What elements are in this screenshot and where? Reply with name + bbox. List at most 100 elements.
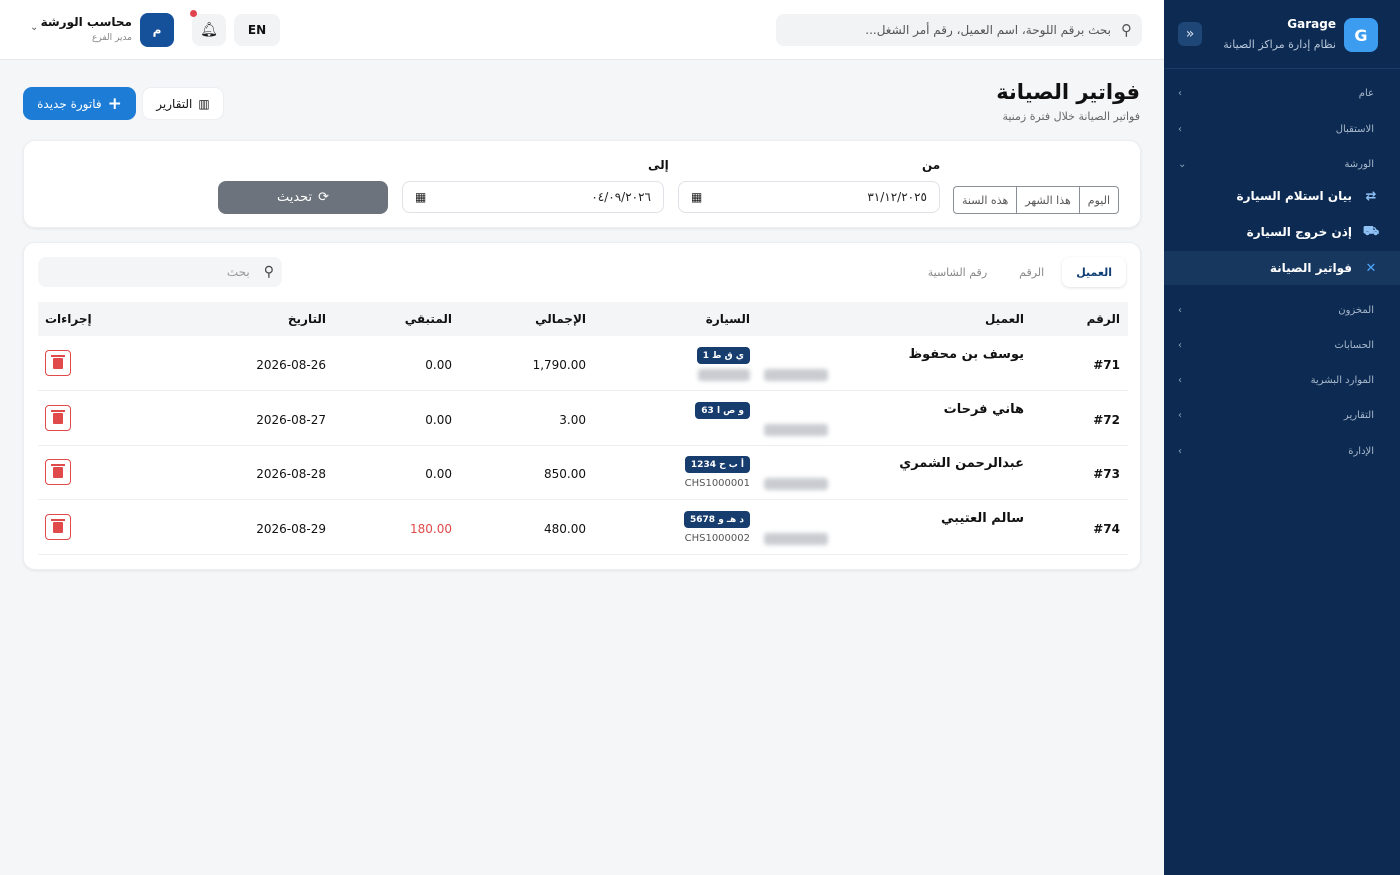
tab-client[interactable]: العميل [1062,257,1126,287]
brand: G Garage نظام إدارة مراكز الصيانة [1176,16,1386,58]
quick-range-selector: اليوم هذا الشهر هذه السنة [953,186,1120,214]
table-row[interactable]: #73 عبدالرحمن الشمري أ ب ح 1234 CHS10000… [38,446,1128,500]
client-name: عبدالرحمن الشمري [899,456,1024,471]
trash-icon [51,518,65,533]
sidebar-section-general[interactable]: ‹ عام [1178,83,1374,103]
sidebar-section-label: الحسابات [1334,339,1375,351]
sidebar-item-maintenance-invoices[interactable]: فواتير الصيانة ✕ [1164,251,1400,285]
redacted-phone [764,369,828,381]
collapse-sidebar-button[interactable]: » [1178,22,1202,46]
sidebar-section-label: الاستقبال [1335,123,1374,135]
page-title: فواتير الصيانة [996,80,1140,104]
invoice-remaining: 0.00 [425,467,452,481]
calendar-icon: ▦ [691,190,703,204]
double-chevron-icon: » [1185,26,1195,42]
delete-button[interactable] [45,459,71,485]
chevron-left-icon: ‹ [1178,339,1182,351]
notifications-button[interactable]: 🔔︎ [190,10,226,46]
sidebar-section-workshop[interactable]: ⌄ الورشة [1178,154,1374,174]
refresh-label: تحديث [276,190,313,205]
delete-button[interactable] [45,514,71,540]
invoice-date: 2026-08-28 [256,467,326,481]
bell-icon: 🔔︎ [200,22,218,38]
refresh-icon: ⟳ [318,190,330,205]
to-date-input[interactable]: ▦ ٠٤/٠٩/٢٠٢٦ [402,181,664,213]
new-invoice-button[interactable]: فاتورة جديدة + [23,87,136,120]
car-icon: ⛟ [1362,223,1380,239]
language-toggle-button[interactable]: EN [234,14,280,46]
chevron-down-icon: ⌄ [30,22,39,33]
redacted-chassis [698,369,750,381]
chevron-left-icon: ‹ [1178,87,1182,99]
delete-button[interactable] [45,405,71,431]
invoice-total: 1,790.00 [532,358,586,372]
plate-badge: ي ق ط 1 [696,347,750,364]
date-filter-card: من إلى اليوم هذا الشهر هذه السنة ▦ ٣١/١٢… [23,140,1141,228]
sidebar-section-label: الموارد البشرية [1310,374,1374,386]
table-row[interactable]: #74 سالم العتيبي د هـ و 5678 CHS1000002 … [38,501,1128,555]
sidebar: G Garage نظام إدارة مراكز الصيانة » ‹ عا… [1164,0,1400,875]
client-name: يوسف بن محفوظ [908,347,1024,362]
column-header-remaining: المتبقي [404,312,452,326]
to-label: إلى [648,158,669,172]
table-row[interactable]: #71 يوسف بن محفوظ ي ق ط 1 1,790.00 0.00 … [38,337,1128,391]
sidebar-section-reports[interactable]: ‹ التقارير [1178,405,1374,425]
invoice-date: 2026-08-29 [256,522,326,536]
invoice-number: #73 [1093,467,1120,481]
brand-subtitle: نظام إدارة مراكز الصيانة [1223,38,1336,51]
column-header-date: التاريخ [287,312,326,326]
column-header-actions: إجراءات [45,312,92,326]
sidebar-section-accounts[interactable]: ‹ الحسابات [1178,335,1374,355]
range-month-button[interactable]: هذا الشهر [1016,187,1079,213]
sidebar-item-car-receipt[interactable]: بيان استلام السيارة ⇄ [1164,179,1400,213]
chart-icon: ▥ [198,96,210,111]
range-year-button[interactable]: هذه السنة [954,187,1016,213]
sidebar-section-label: عام [1358,87,1374,99]
from-date-input[interactable]: ▦ ٣١/١٢/٢٠٢٥ [678,181,940,213]
tab-chassis[interactable]: رقم الشاسية [914,257,1001,287]
to-date-value: ٠٤/٠٩/٢٠٢٦ [591,190,651,204]
invoices-table-card: العميل الرقم رقم الشاسية بحث ⚲ الرقم الع… [23,242,1141,570]
chevron-left-icon: ‹ [1178,123,1182,135]
invoice-number: #71 [1093,358,1120,372]
column-header-car: السيارة [705,312,750,326]
sidebar-section-label: الورشة [1344,158,1374,170]
search-placeholder: بحث برقم اللوحة، اسم العميل، رقم أمر الش… [865,23,1111,37]
invoice-remaining: 180.00 [410,522,452,536]
table-search-input[interactable]: بحث ⚲ [38,257,282,287]
plate-badge: د هـ و 5678 [684,511,750,528]
top-bar: بحث برقم اللوحة، اسم العميل، رقم أمر الش… [0,0,1164,60]
plus-icon: + [107,93,122,114]
brand-logo: G [1344,18,1378,52]
global-search-input[interactable]: بحث برقم اللوحة، اسم العميل، رقم أمر الش… [776,14,1142,46]
calendar-icon: ▦ [415,190,427,204]
tab-number[interactable]: الرقم [1005,257,1058,287]
user-name: محاسب الورشة [40,15,132,29]
sidebar-section-label: الإدارة [1348,445,1374,457]
refresh-button[interactable]: تحديث ⟳ [218,181,388,214]
sidebar-section-admin[interactable]: ‹ الإدارة [1178,441,1374,461]
chassis-number: CHS1000001 [684,478,750,489]
exchange-icon: ⇄ [1365,188,1377,204]
sidebar-section-reception[interactable]: ‹ الاستقبال [1178,119,1374,139]
sidebar-item-label: بيان استلام السيارة [1236,189,1352,203]
sidebar-item-car-exit[interactable]: إذن خروج السيارة ⛟ [1164,215,1400,249]
sidebar-section-inventory[interactable]: ‹ المخزون [1178,300,1374,320]
reports-label: التقارير [156,96,193,111]
sidebar-section-hr[interactable]: ‹ الموارد البشرية [1178,370,1374,390]
column-header-client: العميل [984,312,1024,326]
table-search-placeholder: بحث [226,265,250,279]
chassis-number: CHS1000002 [684,533,750,544]
column-header-total: الإجمالي [535,312,586,326]
invoice-number: #72 [1093,413,1120,427]
delete-button[interactable] [45,350,71,376]
user-menu[interactable]: م محاسب الورشة مدير الفرع ⌄ [30,13,176,47]
invoice-date: 2026-08-26 [256,358,326,372]
reports-button[interactable]: التقارير ▥ [142,87,224,120]
client-name: هاني فرحات [943,402,1024,417]
new-invoice-label: فاتورة جديدة [37,96,102,111]
invoice-remaining: 0.00 [425,413,452,427]
range-today-button[interactable]: اليوم [1078,187,1118,213]
column-header-number: الرقم [1086,312,1120,326]
table-row[interactable]: #72 هاني فرحات و ص ا 63 3.00 0.00 2026-0… [38,392,1128,446]
